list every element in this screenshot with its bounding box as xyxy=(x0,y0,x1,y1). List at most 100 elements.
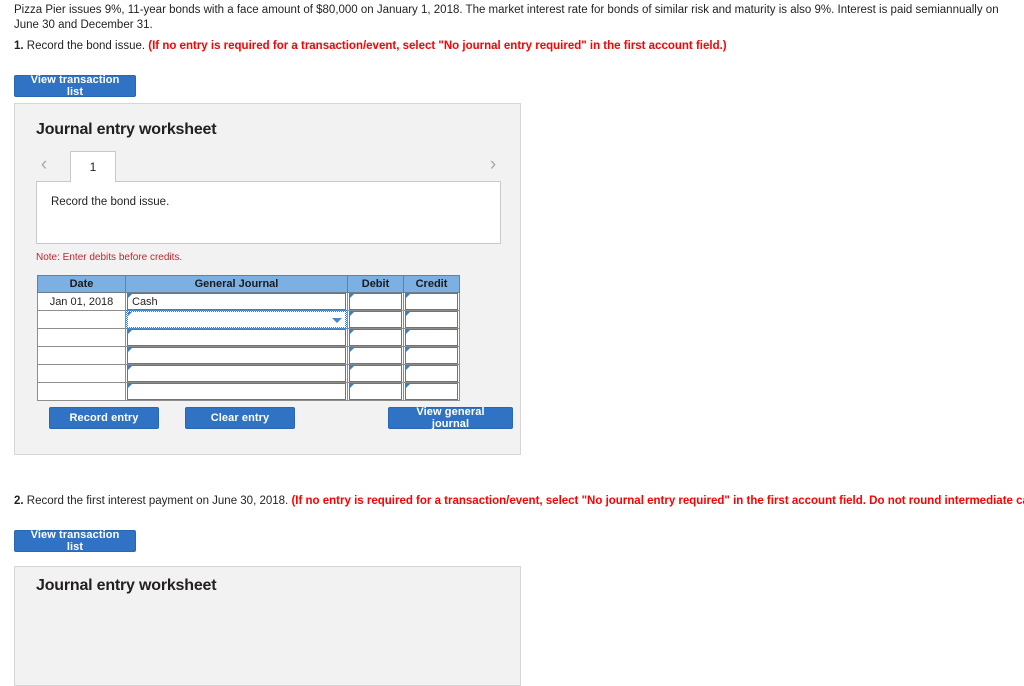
journal-credit-cell xyxy=(403,364,460,383)
credit-input[interactable] xyxy=(405,383,458,400)
cell-corner-marker-icon xyxy=(406,330,410,334)
cell-corner-marker-icon xyxy=(350,312,354,316)
account-value: Cash xyxy=(132,296,158,308)
cell-wrapper xyxy=(404,311,459,328)
requirement-2-text: Record the first interest payment on Jun… xyxy=(23,495,292,507)
requirement-1-text: Record the bond issue. xyxy=(23,40,149,52)
journal-entry-worksheet-panel-1: Journal entry worksheet ‹ 1 › Record the… xyxy=(14,103,521,455)
debit-input[interactable] xyxy=(349,329,402,346)
record-entry-button[interactable]: Record entry xyxy=(49,407,159,429)
next-entry-arrow-icon[interactable]: › xyxy=(485,154,501,176)
table-row: Jan 01, 2018 Cash xyxy=(37,292,460,311)
cell-wrapper xyxy=(404,293,459,310)
table-row xyxy=(37,310,460,329)
worksheet-title-2: Journal entry worksheet xyxy=(36,577,217,594)
credit-input[interactable] xyxy=(405,311,458,328)
column-header-journal: General Journal xyxy=(125,275,348,293)
debit-input[interactable] xyxy=(349,293,402,310)
worksheet-title-1: Journal entry worksheet xyxy=(36,121,217,138)
credit-input[interactable] xyxy=(405,329,458,346)
cell-corner-marker-icon xyxy=(350,384,354,388)
cell-corner-marker-icon xyxy=(128,366,132,370)
account-input[interactable]: Cash xyxy=(127,293,346,310)
cell-wrapper xyxy=(126,347,347,364)
cell-wrapper xyxy=(404,383,459,400)
account-input[interactable] xyxy=(127,365,346,382)
journal-entry-worksheet-panel-2: Journal entry worksheet xyxy=(14,566,521,686)
cell-wrapper xyxy=(404,347,459,364)
debit-input[interactable] xyxy=(349,347,402,364)
column-header-credit: Credit xyxy=(403,275,460,293)
journal-debit-cell xyxy=(347,346,404,365)
journal-debit-cell xyxy=(347,292,404,311)
cell-wrapper xyxy=(348,311,403,328)
journal-credit-cell xyxy=(403,382,460,401)
journal-account-cell xyxy=(125,310,348,329)
table-row xyxy=(37,364,460,383)
journal-debit-cell xyxy=(347,310,404,329)
debit-input[interactable] xyxy=(349,311,402,328)
journal-date-cell xyxy=(37,328,126,347)
journal-entry-table-body: Jan 01, 2018 Cash xyxy=(37,292,460,401)
journal-debit-cell xyxy=(347,364,404,383)
worksheet-description-1: Record the bond issue. xyxy=(36,181,501,244)
view-transaction-list-button-2[interactable]: View transaction list xyxy=(14,529,136,553)
worksheet-actions-1: Record entry Clear entry View general jo… xyxy=(37,406,513,430)
journal-debit-cell xyxy=(347,328,404,347)
cell-corner-marker-icon xyxy=(406,366,410,370)
cell-corner-marker-icon xyxy=(128,330,132,334)
worksheet-tabstrip-1: ‹ 1 › xyxy=(36,149,501,182)
dropdown-chevron-down-icon[interactable] xyxy=(332,318,342,323)
cell-corner-marker-icon xyxy=(406,348,410,352)
cell-wrapper xyxy=(404,365,459,382)
journal-date-cell xyxy=(37,310,126,329)
debit-input[interactable] xyxy=(349,365,402,382)
account-input[interactable] xyxy=(126,310,347,329)
journal-account-cell xyxy=(125,382,348,401)
journal-debit-cell xyxy=(347,382,404,401)
requirement-1: 1. Record the bond issue. (If no entry i… xyxy=(14,39,1012,54)
cell-corner-marker-icon xyxy=(350,294,354,298)
credit-input[interactable] xyxy=(405,293,458,310)
account-input[interactable] xyxy=(127,329,346,346)
prev-entry-arrow-icon[interactable]: ‹ xyxy=(36,154,52,176)
cell-corner-marker-icon xyxy=(350,366,354,370)
cell-corner-marker-icon xyxy=(128,312,132,316)
clear-entry-button[interactable]: Clear entry xyxy=(185,407,295,429)
view-general-journal-button[interactable]: View general journal xyxy=(388,406,513,430)
table-header-row: Date General Journal Debit Credit xyxy=(37,275,460,293)
journal-date-cell xyxy=(37,364,126,383)
problem-statement: Pizza Pier issues 9%, 11-year bonds with… xyxy=(14,4,999,31)
debit-input[interactable] xyxy=(349,383,402,400)
requirement-2-hint: (If no entry is required for a transacti… xyxy=(291,495,1024,507)
journal-credit-cell xyxy=(403,328,460,347)
journal-credit-cell xyxy=(403,310,460,329)
cell-wrapper xyxy=(348,329,403,346)
journal-entry-table-1: Date General Journal Debit Credit Jan 01… xyxy=(37,275,460,401)
journal-credit-cell xyxy=(403,292,460,311)
journal-account-cell xyxy=(125,346,348,365)
column-header-date: Date xyxy=(37,275,126,293)
requirement-1-number: 1. xyxy=(14,40,24,52)
credit-input[interactable] xyxy=(405,365,458,382)
account-input[interactable] xyxy=(127,383,346,400)
journal-account-cell xyxy=(125,328,348,347)
credit-input[interactable] xyxy=(405,347,458,364)
debits-before-credits-note: Note: Enter debits before credits. xyxy=(36,252,183,263)
table-row xyxy=(37,382,460,401)
worksheet-tab-1[interactable]: 1 xyxy=(70,151,116,182)
cell-wrapper xyxy=(126,310,347,329)
cell-wrapper xyxy=(348,347,403,364)
table-row xyxy=(37,328,460,347)
journal-account-cell: Cash xyxy=(125,292,348,311)
cell-wrapper: Cash xyxy=(126,293,347,310)
requirement-2-number: 2. xyxy=(14,495,24,507)
view-transaction-list-button-1[interactable]: View transaction list xyxy=(14,74,136,98)
account-input[interactable] xyxy=(127,347,346,364)
journal-date-cell xyxy=(37,346,126,365)
journal-credit-cell xyxy=(403,346,460,365)
cell-corner-marker-icon xyxy=(128,348,132,352)
table-row xyxy=(37,346,460,365)
cell-corner-marker-icon xyxy=(406,294,410,298)
cell-wrapper xyxy=(126,365,347,382)
